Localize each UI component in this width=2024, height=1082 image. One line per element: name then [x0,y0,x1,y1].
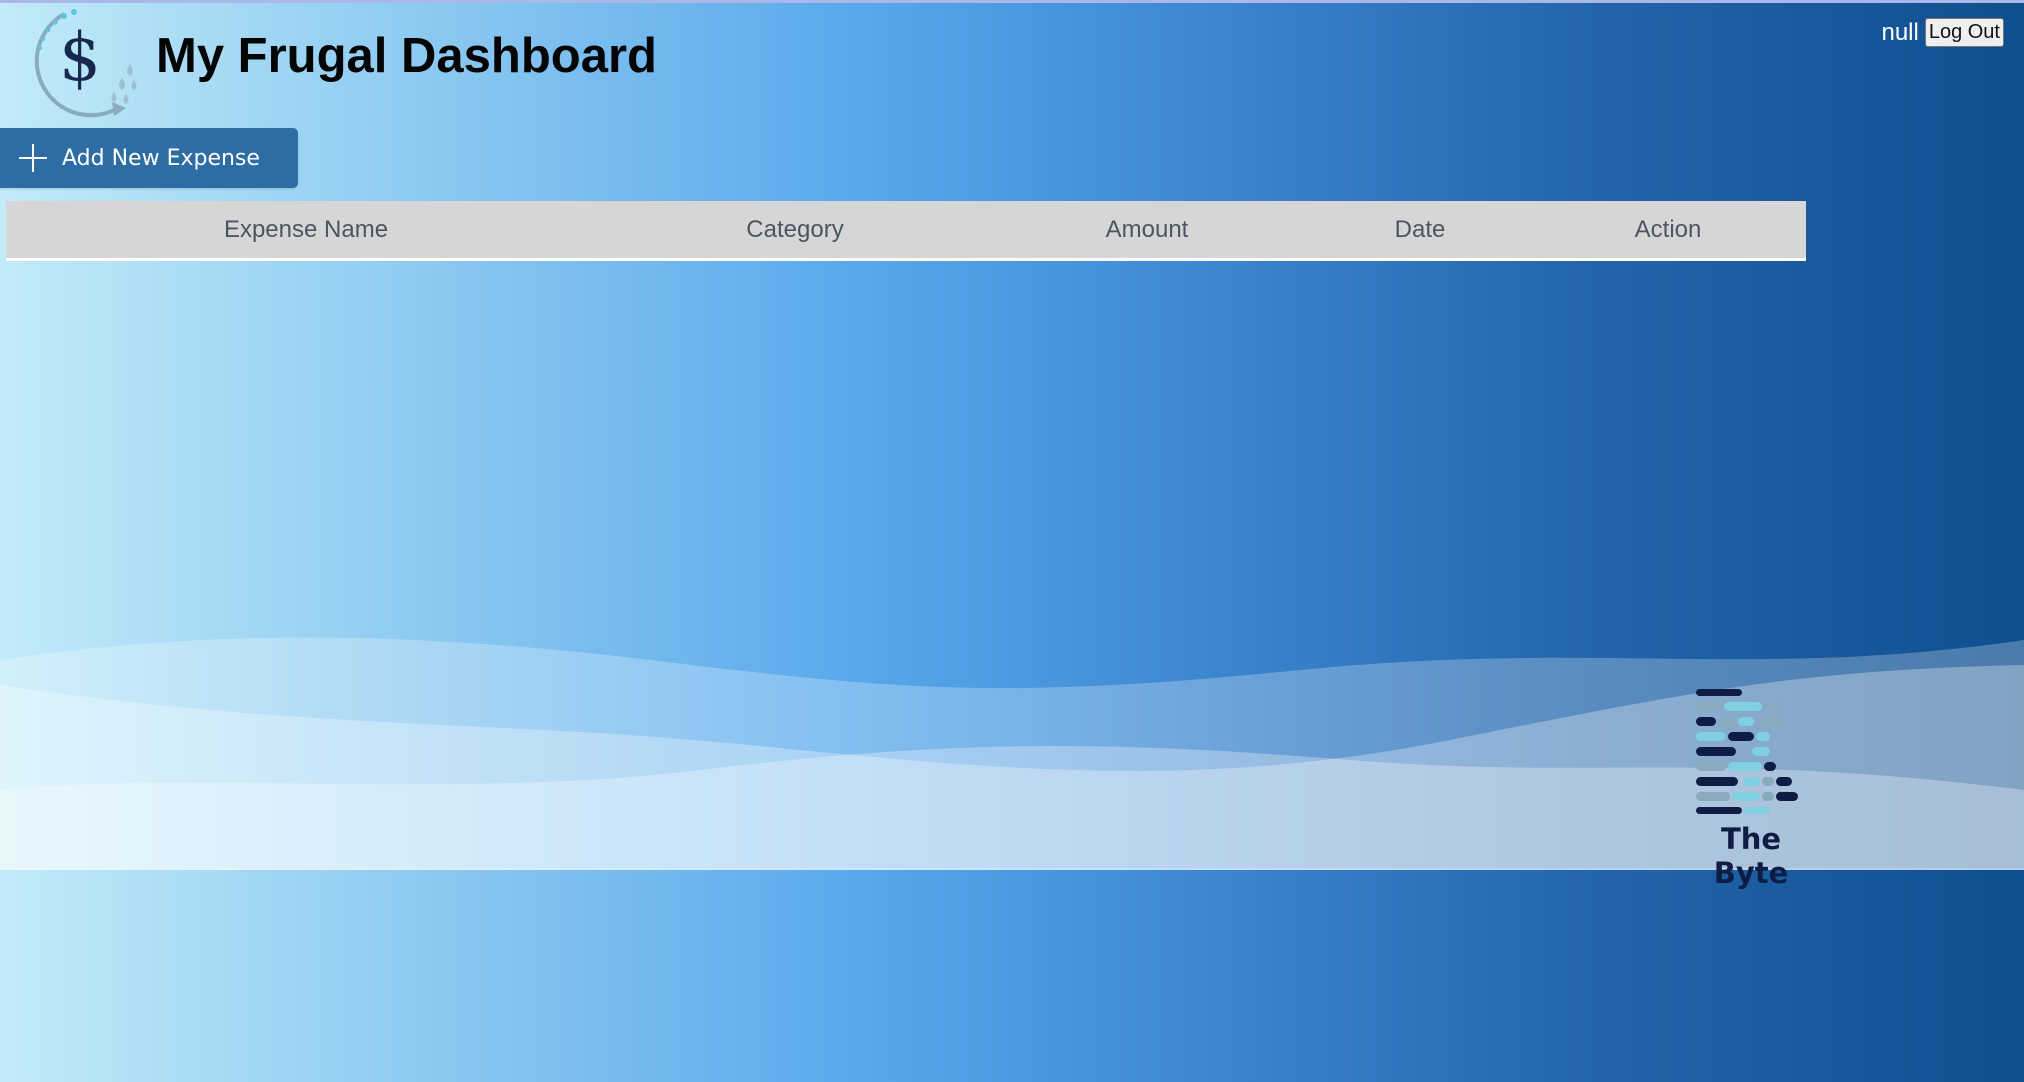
top-border [0,0,2024,3]
plus-icon [18,143,48,173]
logout-button[interactable]: Log Out [1924,18,2004,47]
column-header-category: Category [746,216,844,243]
column-header-amount: Amount [1105,216,1189,243]
column-header-action: Action [1634,216,1702,243]
footer-brand-name: The Byte [1713,822,1789,890]
username-label: null [1881,18,1919,46]
column-header-expense-name: Expense Name [223,216,389,243]
expense-table: Expense Name Category Amount Date Action [6,201,1806,261]
page-title: My Frugal Dashboard [156,29,657,83]
svg-text:$: $ [59,19,101,96]
add-new-expense-label: Add New Expense [62,145,260,171]
add-new-expense-button[interactable]: Add New Expense [0,128,298,188]
column-header-date: Date [1394,216,1446,243]
user-area: null Log Out [1881,18,2004,47]
dollar-logo-icon: $ [34,9,137,118]
